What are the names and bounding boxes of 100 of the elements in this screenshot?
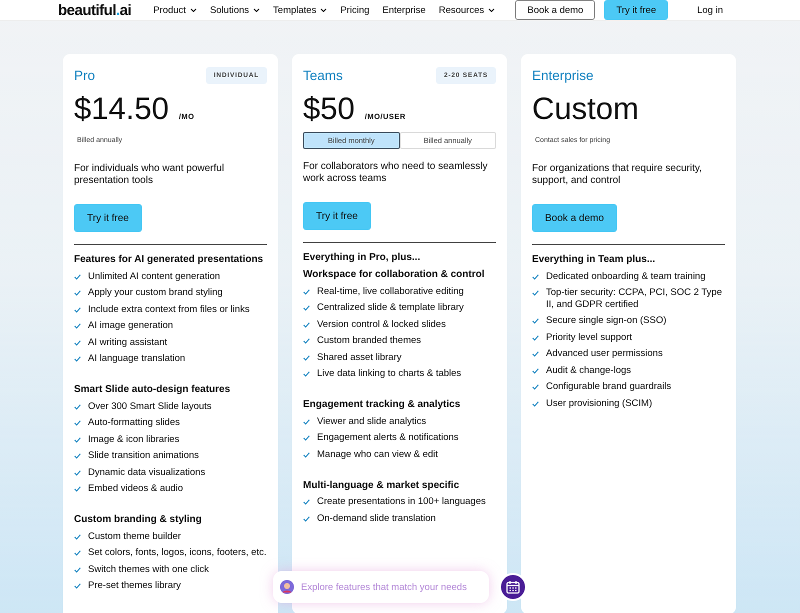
feature-text: Apply your custom brand styling bbox=[88, 287, 223, 298]
feature-text: Dynamic data visualizations bbox=[88, 466, 206, 478]
section-heading: Features for AI generated presentations bbox=[74, 254, 264, 265]
feature-text: Version control & locked slides bbox=[317, 318, 446, 330]
plan-description: For collaborators who need to seamlessly work across teams bbox=[303, 161, 489, 185]
chevron-down-icon bbox=[253, 8, 260, 12]
plan-description: For individuals who want powerful presentation tools bbox=[74, 163, 226, 187]
section-heading: Everything in Team plus... bbox=[532, 254, 656, 265]
feature-text: On-demand slide translation bbox=[317, 512, 436, 524]
feature-text: AI language translation bbox=[88, 353, 186, 364]
check-icon bbox=[532, 351, 539, 357]
nav-link[interactable]: Product bbox=[153, 4, 197, 16]
check-icon bbox=[532, 334, 539, 340]
nav-button[interactable]: Book a demo bbox=[515, 0, 596, 20]
check-icon bbox=[303, 418, 310, 424]
feature-text: Over 300 Smart Slide layouts bbox=[88, 400, 212, 412]
check-icon bbox=[74, 420, 81, 426]
feature-text: Embed videos & audio bbox=[88, 483, 184, 494]
nav-link[interactable]: Enterprise bbox=[382, 4, 426, 16]
feature-text: Manage who can view & edit bbox=[317, 448, 438, 460]
feature-text: AI image generation bbox=[88, 320, 174, 332]
nav-link[interactable]: Templates bbox=[273, 4, 328, 16]
feature-text: Pre-set themes library bbox=[88, 580, 181, 592]
feature-text: Dedicated onboarding & team training bbox=[546, 270, 706, 282]
section-heading: Multi-language & market specific bbox=[303, 480, 460, 490]
feature-text: Configurable brand guardrails bbox=[546, 381, 672, 392]
check-icon bbox=[74, 470, 81, 476]
nav-link[interactable]: Solutions bbox=[210, 4, 260, 16]
plan-name: Pro bbox=[74, 68, 96, 82]
nav-button[interactable]: Try it free bbox=[604, 0, 668, 20]
check-icon bbox=[303, 322, 310, 328]
check-icon bbox=[74, 306, 81, 312]
check-icon bbox=[74, 404, 81, 410]
avatar-icon bbox=[280, 580, 294, 594]
assistant-input[interactable]: Explore features that match your needs bbox=[299, 580, 482, 594]
feature-text: User provisioning (SCIM) bbox=[546, 398, 652, 409]
chevron-down-icon bbox=[488, 8, 496, 12]
feature-text: Secure single sign-on (SSO) bbox=[546, 315, 666, 326]
check-icon bbox=[74, 356, 81, 362]
chevron-down-icon bbox=[320, 8, 328, 12]
check-icon bbox=[303, 452, 310, 458]
nav-link[interactable]: Resources bbox=[438, 4, 496, 16]
section-heading: Workspace for collaboration & control bbox=[303, 269, 486, 280]
check-icon bbox=[74, 274, 81, 280]
check-icon bbox=[532, 274, 539, 280]
check-icon bbox=[303, 516, 310, 522]
cta-button[interactable]: Book a demo bbox=[532, 204, 617, 232]
feature-text: Top-tier security: CCPA, PCI, SOC 2 Type II, and GDPR certified bbox=[546, 287, 723, 310]
section-heading: Engagement tracking & analytics bbox=[303, 399, 462, 410]
section-heading: Smart Slide auto-design features bbox=[74, 384, 232, 395]
check-icon bbox=[74, 550, 81, 556]
plan-price: $50 bbox=[303, 91, 355, 127]
check-icon bbox=[532, 368, 539, 374]
plan-price: $14.50 bbox=[74, 91, 169, 127]
feature-text: Viewer and slide analytics bbox=[317, 416, 426, 427]
features-intro: Everything in Pro, plus... bbox=[303, 252, 422, 263]
feature-text: Centralized slide & template library bbox=[317, 302, 464, 314]
feature-text: Advanced user permissions bbox=[546, 348, 663, 360]
check-icon bbox=[74, 486, 81, 492]
feature-text: AI writing assistant bbox=[88, 336, 168, 348]
check-icon bbox=[303, 499, 310, 505]
check-icon bbox=[74, 566, 81, 572]
feature-text: Live data linking to charts & tables bbox=[317, 368, 462, 380]
nav-link[interactable]: Pricing bbox=[340, 4, 370, 16]
cta-button[interactable]: Try it free bbox=[74, 204, 142, 232]
feature-text: Unlimited AI content generation bbox=[88, 270, 220, 282]
feature-text: Create presentations in 100+ languages bbox=[317, 496, 486, 508]
check-icon bbox=[532, 318, 539, 324]
login-link[interactable]: Log in bbox=[677, 0, 743, 20]
check-icon bbox=[303, 305, 310, 311]
check-icon bbox=[303, 288, 310, 294]
check-icon bbox=[303, 354, 310, 360]
check-icon bbox=[303, 338, 310, 344]
feature-text: Include extra context from files or links bbox=[88, 304, 250, 315]
check-icon bbox=[74, 323, 81, 329]
feature-text: Auto-formatting slides bbox=[88, 417, 180, 428]
feature-text: Switch themes with one click bbox=[88, 564, 209, 575]
check-icon bbox=[74, 583, 81, 589]
check-icon bbox=[74, 534, 81, 540]
cta-button[interactable]: Try it free bbox=[303, 202, 371, 230]
section-heading: Custom branding & styling bbox=[74, 514, 203, 525]
check-icon bbox=[303, 371, 310, 377]
check-icon bbox=[74, 340, 81, 346]
feature-text: Slide transition animations bbox=[88, 450, 199, 462]
check-icon bbox=[532, 400, 539, 406]
feature-text: Custom branded themes bbox=[317, 335, 422, 346]
check-icon bbox=[74, 453, 81, 459]
logo[interactable]: beautiful.ai bbox=[58, 2, 132, 18]
plan-name: Enterprise bbox=[532, 68, 594, 82]
check-icon bbox=[74, 436, 81, 442]
feature-text: Shared asset library bbox=[317, 352, 402, 363]
check-icon bbox=[532, 290, 539, 296]
feature-text: Set colors, fonts, logos, icons, footers, etc. bbox=[88, 547, 266, 558]
feature-text: Audit & change-logs bbox=[546, 364, 632, 376]
check-icon bbox=[303, 435, 310, 441]
chevron-down-icon bbox=[190, 8, 197, 12]
feature-text: Real-time, live collaborative editing bbox=[317, 286, 464, 297]
feature-text: Custom theme builder bbox=[88, 530, 181, 542]
calendar-icon bbox=[506, 580, 520, 594]
check-icon bbox=[74, 290, 81, 296]
